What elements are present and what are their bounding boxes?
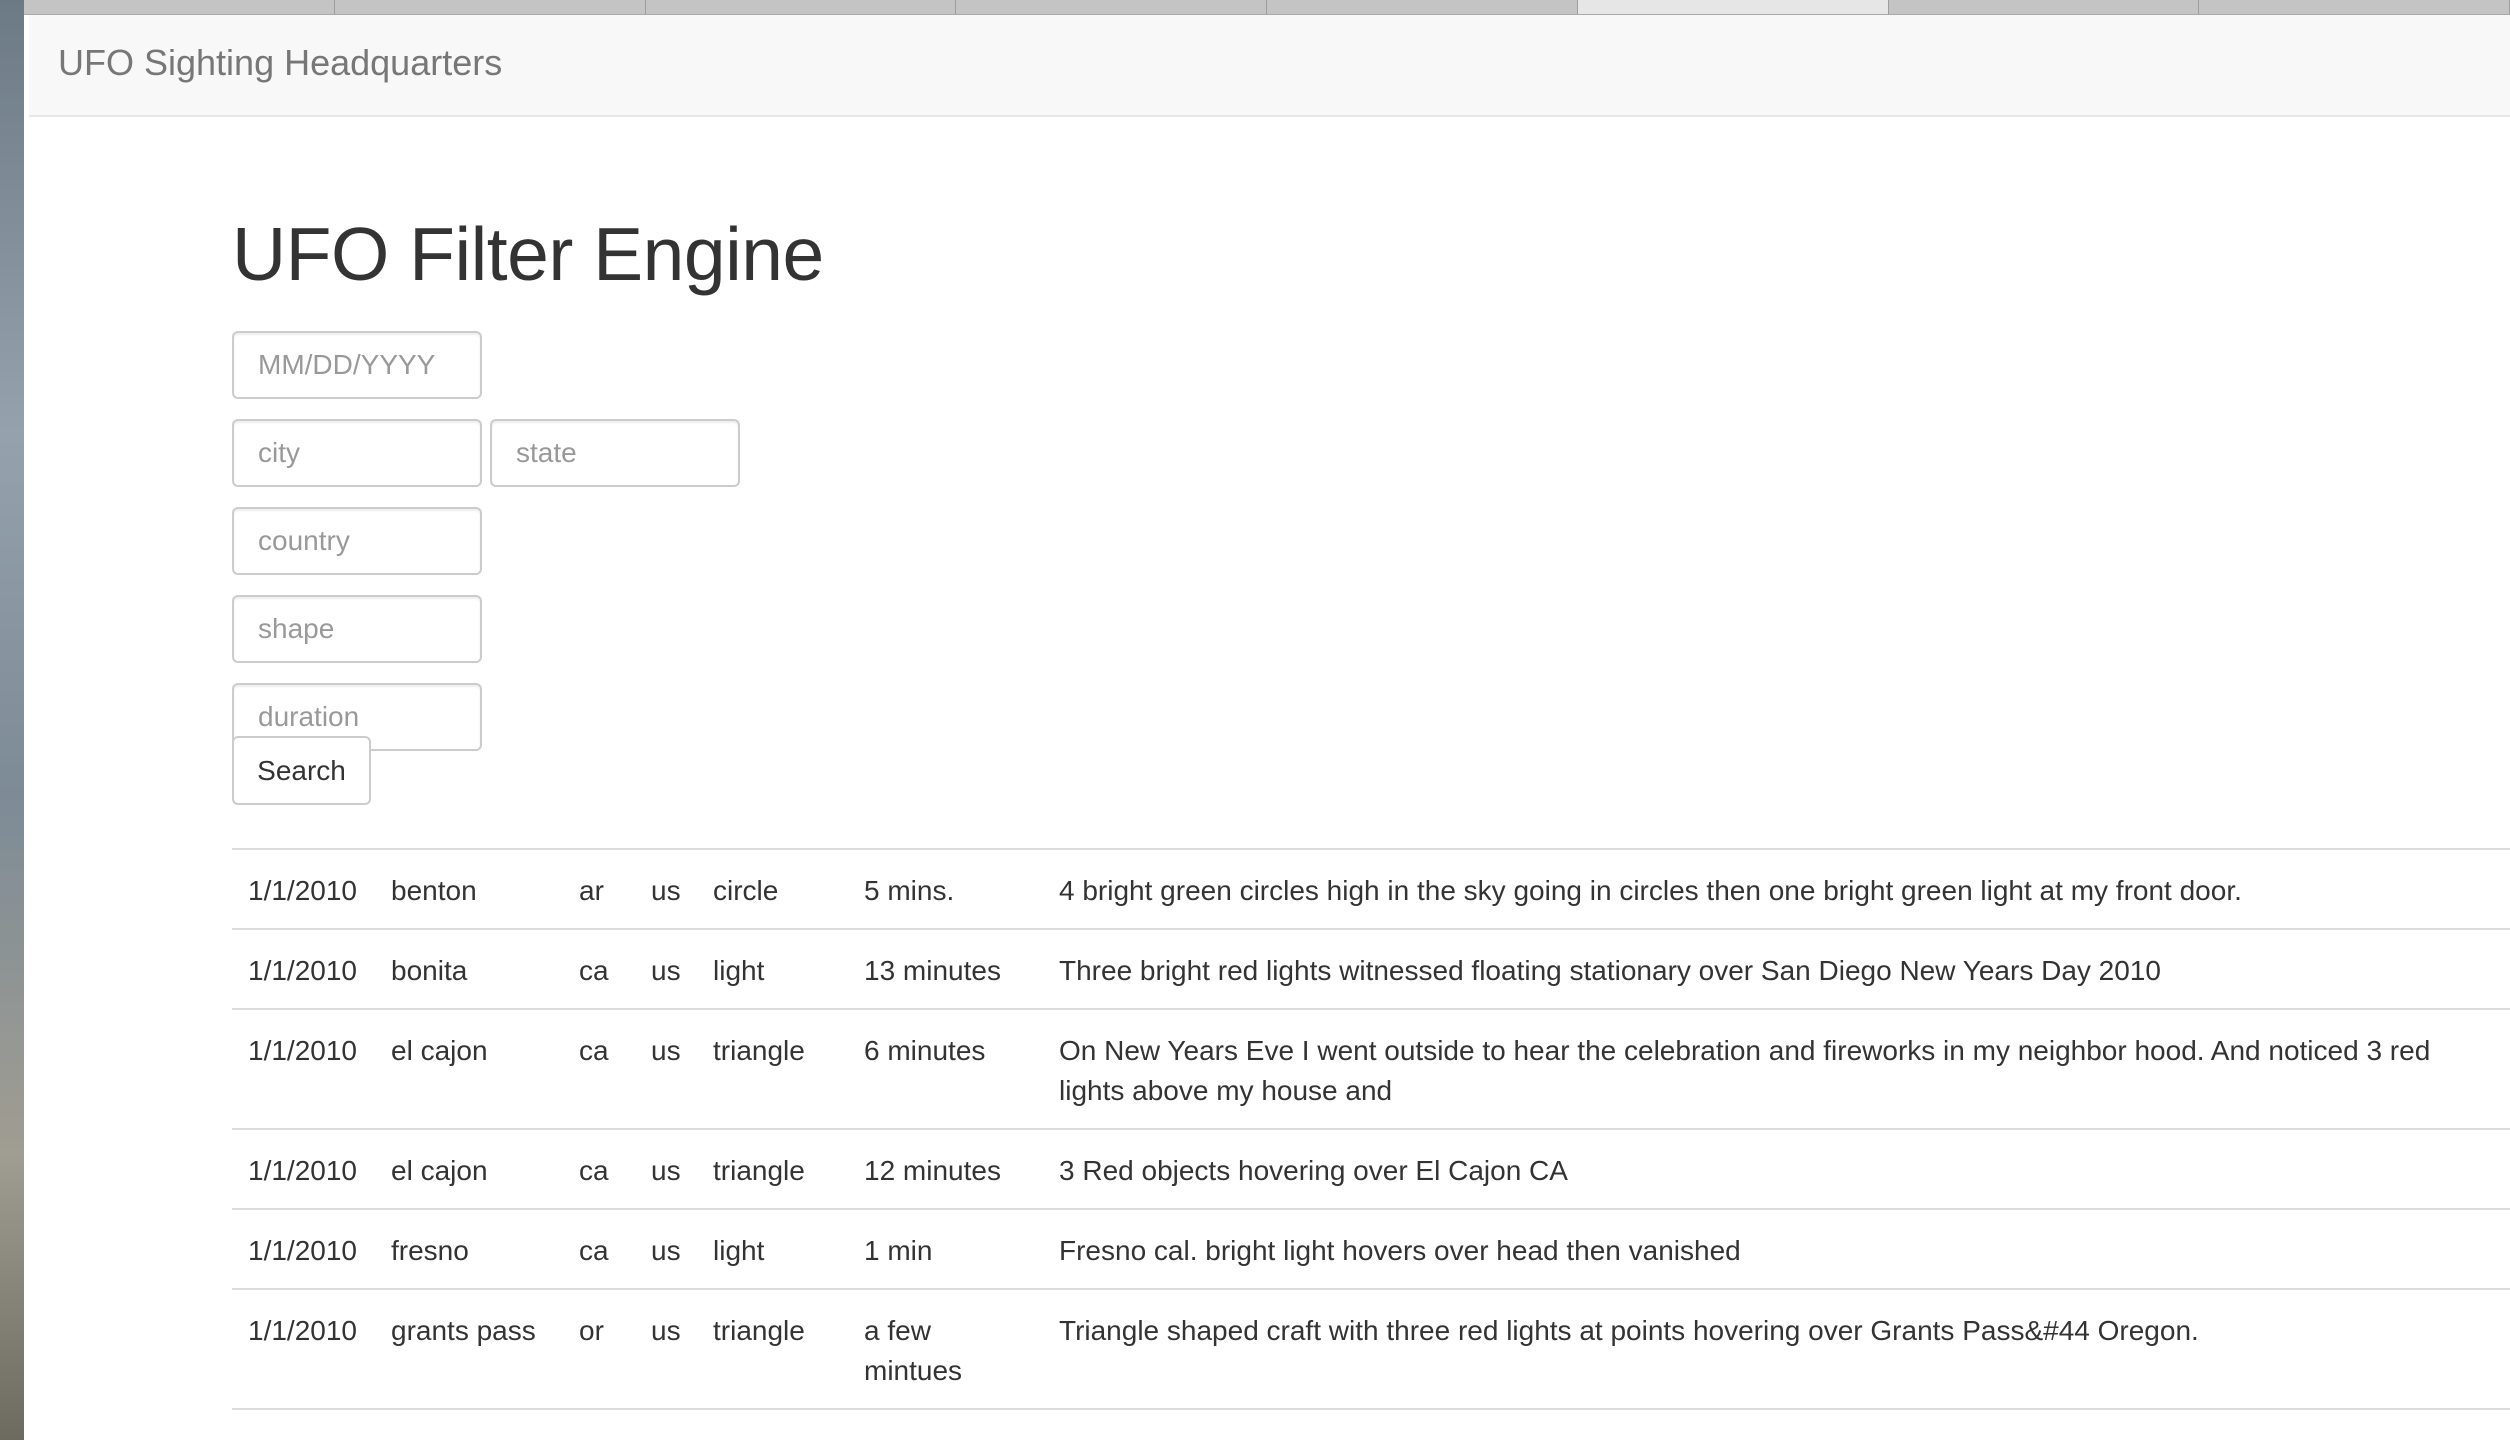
page-title: UFO Filter Engine (232, 212, 824, 296)
browser-tab[interactable] (334, 0, 646, 14)
shape-cell: triangle (697, 1128, 848, 1209)
table-row: 1/1/2010la mesacauslight10 minThree red … (232, 1408, 2510, 1440)
desktop-wallpaper-edge (0, 0, 24, 1440)
browser-tab[interactable] (2199, 0, 2510, 14)
search-button[interactable]: Search (232, 736, 371, 805)
state-cell: ca (563, 1008, 635, 1129)
date-input[interactable] (232, 331, 482, 399)
table-row: 1/1/2010 el cajon ca us triangle 12 minutes 3 … (232, 1128, 2510, 1209)
date-cell: 1/1/2010 (232, 1008, 375, 1129)
city-cell: la mesa (375, 1408, 563, 1440)
table-row: 1/1/2010 fresno ca us light 1 min Fresno cal. … (232, 1208, 2510, 1289)
duration-cell: 1 min (848, 1208, 1043, 1289)
country-cell: us (635, 1208, 697, 1289)
city-input[interactable] (232, 419, 482, 487)
comments-cell: Fresno cal. bright light hovers over hea… (1043, 1208, 2510, 1289)
city-cell: grants pass (375, 1288, 563, 1409)
table-row: 1/1/2010 grants pass or us triangle a few min… (232, 1288, 2510, 1409)
date-cell: 1/1/2010 (232, 848, 375, 929)
shape-cell: triangle (697, 1288, 848, 1409)
navbar-brand-link[interactable]: UFO Sighting Headquarters (58, 42, 502, 84)
duration-cell: 10 min (848, 1408, 1043, 1440)
shape-cell: light (697, 1208, 848, 1289)
country-cell: us (635, 848, 697, 929)
city-cell: el cajon (375, 1128, 563, 1209)
duration-cell: 6 minutes (848, 1008, 1043, 1129)
browser-tab[interactable] (1267, 0, 1578, 14)
shape-cell: circle (697, 848, 848, 929)
table-row: 1/1/2010 bonita ca us light 13 minutes Three b… (232, 928, 2510, 1009)
duration-cell: 12 minutes (848, 1128, 1043, 1209)
comments-cell: Triangle shaped craft with three red lig… (1043, 1288, 2510, 1409)
shape-input[interactable] (232, 595, 482, 663)
state-cell: or (563, 1288, 635, 1409)
comments-cell: 4 bright green circles high in the sky g… (1043, 848, 2510, 929)
browser-tab[interactable] (645, 0, 957, 14)
comments-cell: On New Years Eve I went outside to hear … (1043, 1008, 2510, 1129)
shape-cell: light (697, 1408, 848, 1440)
comments-cell: 3 Red objects hovering over El Cajon CA (1043, 1128, 2510, 1209)
results-table-body: 1/1/2010 benton ar us circle 5 mins. 4 bright … (232, 848, 2510, 1440)
results-table: 1/1/2010 benton ar us circle 5 mins. 4 bright … (232, 848, 2510, 1440)
browser-tab-strip (24, 0, 2510, 15)
duration-cell: a few mintues (848, 1288, 1043, 1409)
country-cell: us (635, 1128, 697, 1209)
state-input[interactable] (490, 419, 740, 487)
country-input[interactable] (232, 507, 482, 575)
state-cell: ca (563, 1408, 635, 1440)
country-cell: us (635, 928, 697, 1009)
date-cell: 1/1/2010 (232, 1288, 375, 1409)
comments-cell: Three bright red lights witnessed floati… (1043, 928, 2510, 1009)
date-cell: 1/1/2010 (232, 1408, 375, 1440)
shape-cell: light (697, 928, 848, 1009)
browser-tab[interactable] (24, 0, 335, 14)
city-cell: fresno (375, 1208, 563, 1289)
country-cell: us (635, 1008, 697, 1129)
state-cell: ar (563, 848, 635, 929)
state-cell: ca (563, 928, 635, 1009)
date-cell: 1/1/2010 (232, 928, 375, 1009)
state-cell: ca (563, 1208, 635, 1289)
duration-cell: 5 mins. (848, 848, 1043, 929)
browser-tab-active[interactable] (1577, 0, 1889, 14)
date-cell: 1/1/2010 (232, 1128, 375, 1209)
table-row: 1/1/2010 benton ar us circle 5 mins. 4 bright … (232, 848, 2510, 929)
table-row: 1/1/2010 el cajon ca us triangle 6 minutes On … (232, 1008, 2510, 1129)
comments-cell: Three red lights over southern Californi… (1043, 1408, 2510, 1440)
browser-tab[interactable] (956, 0, 1267, 14)
date-cell: 1/1/2010 (232, 1208, 375, 1289)
state-cell: ca (563, 1128, 635, 1209)
duration-cell: 13 minutes (848, 928, 1043, 1009)
browser-tab[interactable] (1888, 0, 2200, 14)
city-cell: el cajon (375, 1008, 563, 1129)
web-page: UFO Sighting Headquarters UFO Filter Eng… (29, 15, 2510, 1440)
country-cell: us (635, 1288, 697, 1409)
city-cell: bonita (375, 928, 563, 1009)
navbar: UFO Sighting Headquarters (29, 15, 2510, 117)
city-cell: benton (375, 848, 563, 929)
shape-cell: triangle (697, 1008, 848, 1129)
country-cell: us (635, 1408, 697, 1440)
